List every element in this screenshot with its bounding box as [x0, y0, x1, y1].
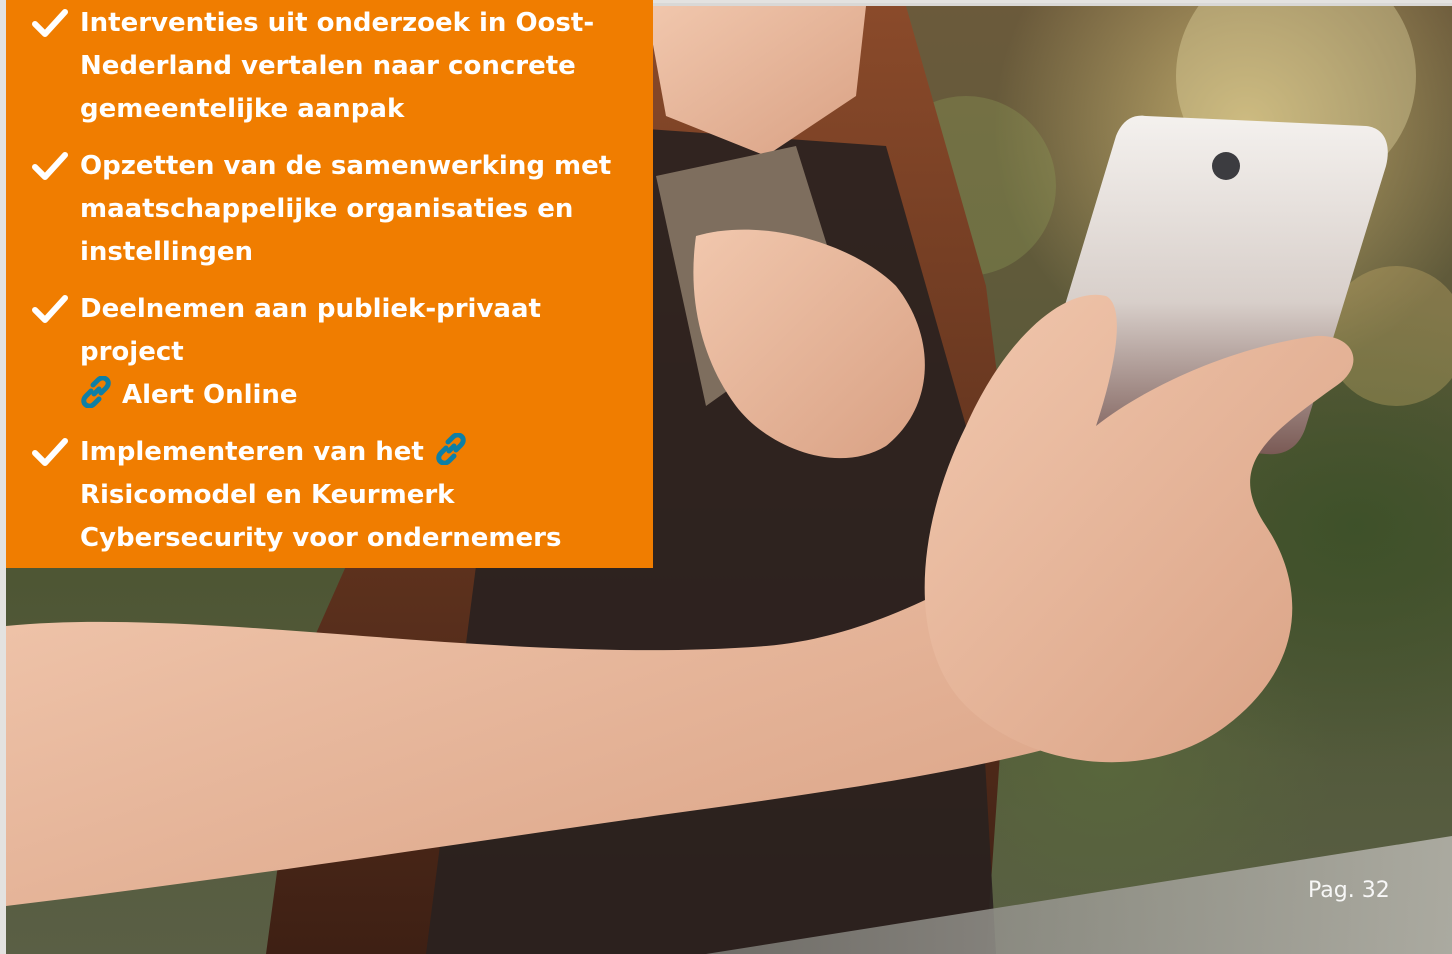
checklist-item-text: Deelnemen aan publiek-privaat project [80, 294, 541, 367]
page: Interventies uit onderzoek in Oost-Neder… [0, 0, 1452, 954]
checkmark-icon [32, 152, 68, 180]
checkmark-icon [32, 438, 68, 466]
checkmark-icon [32, 295, 68, 323]
checklist-item: Opzetten van de samenwerking met maatsch… [6, 145, 653, 274]
checklist-panel: Interventies uit onderzoek in Oost-Neder… [6, 0, 653, 568]
checklist-item-text: Opzetten van de samenwerking met maatsch… [80, 151, 612, 267]
checklist-item: Deelnemen aan publiek-privaat project Al… [6, 288, 653, 417]
checkmark-icon [32, 9, 68, 37]
checklist-item-text: Implementeren van het [80, 437, 424, 467]
alert-online-link-text: Alert Online [122, 380, 298, 410]
link-icon [436, 433, 466, 465]
alert-online-link[interactable]: Alert Online [80, 376, 298, 410]
page-number: Pag. 32 [1308, 878, 1390, 903]
risicomodel-link-text: Risicomodel en Keurmerk Cybersecurity vo… [80, 480, 562, 553]
link-icon [81, 376, 111, 408]
checklist-item: Implementeren van het Risicomodel en Keu… [6, 431, 653, 560]
checklist-item: Interventies uit onderzoek in Oost-Neder… [6, 2, 653, 131]
checklist-item-text: Interventies uit onderzoek in Oost-Neder… [80, 8, 595, 124]
